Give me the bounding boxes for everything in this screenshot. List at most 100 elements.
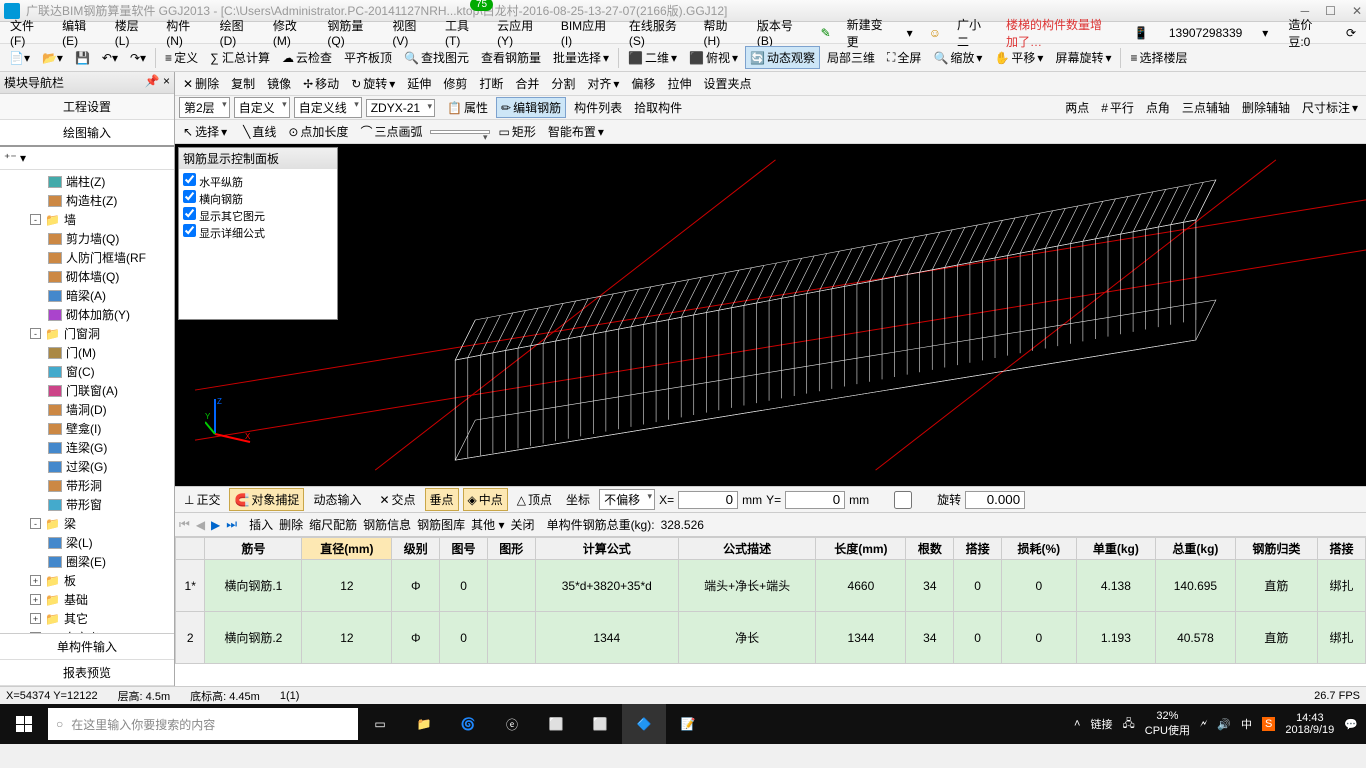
- table-cell[interactable]: 0: [1001, 612, 1076, 664]
- tree-item[interactable]: 暗梁(A): [2, 286, 172, 305]
- ortho-btn[interactable]: ⊥ 正交: [179, 488, 225, 511]
- tree-toolbar[interactable]: ⁺⁻ ▾: [4, 151, 26, 165]
- tab-draw-input[interactable]: 绘图输入: [0, 120, 174, 147]
- stretch-btn[interactable]: 拉伸: [663, 74, 695, 93]
- extend-btn[interactable]: 延伸: [403, 74, 435, 93]
- notification-badge[interactable]: 75: [470, 0, 493, 11]
- rotate-btn[interactable]: ↻ 旋转 ▾: [347, 74, 399, 93]
- define-button[interactable]: ≡ 定义: [160, 46, 203, 69]
- tab-single-input[interactable]: 单构件输入: [0, 634, 174, 660]
- table-cell[interactable]: 4.138: [1076, 560, 1156, 612]
- menu-online[interactable]: 在线服务(S): [623, 15, 694, 50]
- app-4[interactable]: ⬜: [534, 704, 578, 744]
- dynamic-observe[interactable]: 🔄 动态观察: [745, 46, 820, 69]
- table-cell[interactable]: 横向钢筋.1: [205, 560, 302, 612]
- zoom[interactable]: 🔍 缩放 ▾: [928, 46, 987, 69]
- perp-btn[interactable]: 垂点: [425, 488, 459, 511]
- task-view[interactable]: ▭: [358, 704, 402, 744]
- table-cell[interactable]: 4660: [816, 560, 906, 612]
- menu-tools[interactable]: 工具(T): [439, 15, 487, 50]
- tray-ime[interactable]: S: [1262, 717, 1275, 731]
- local-3d[interactable]: 局部三维: [822, 46, 880, 69]
- component-list-btn[interactable]: 构件列表: [570, 98, 626, 117]
- menu-floor[interactable]: 楼层(L): [109, 15, 156, 50]
- pointlen-btn[interactable]: ⊙ 点加长度: [284, 122, 352, 141]
- code-dropdown[interactable]: ZDYX-21: [366, 99, 435, 117]
- table-cell[interactable]: 1*: [176, 560, 205, 612]
- app-edge[interactable]: ⓔ: [490, 704, 534, 744]
- tree-item[interactable]: 过梁(G): [2, 457, 172, 476]
- edit-rebar-btn[interactable]: ✏ 编辑钢筋: [496, 97, 566, 118]
- tab-project-settings[interactable]: 工程设置: [0, 94, 174, 120]
- table-cell[interactable]: 2: [176, 612, 205, 664]
- pick-btn[interactable]: 拾取构件: [630, 98, 686, 117]
- tray-vol[interactable]: 🔊: [1217, 718, 1231, 731]
- table-cell[interactable]: 12: [302, 560, 392, 612]
- rotate-chk[interactable]: [873, 491, 933, 509]
- tab-report[interactable]: 报表预览: [0, 660, 174, 686]
- tree-item[interactable]: 砌体加筋(Y): [2, 305, 172, 324]
- scale-rebar[interactable]: 缩尺配筋: [309, 516, 357, 533]
- menu-view[interactable]: 视图(V): [386, 15, 435, 50]
- chk-other[interactable]: [183, 207, 196, 220]
- menu-modify[interactable]: 修改(M): [267, 15, 318, 50]
- table-cell[interactable]: 端头+净长+端头: [678, 560, 815, 612]
- tree-item[interactable]: 窗(C): [2, 362, 172, 381]
- menu-draw[interactable]: 绘图(D): [214, 15, 263, 50]
- table-cell[interactable]: 35*d+3820+35*d: [535, 560, 678, 612]
- menu-file[interactable]: 文件(F): [4, 15, 52, 50]
- peak-btn[interactable]: △ 顶点: [512, 488, 557, 511]
- table-cell[interactable]: 0: [440, 612, 488, 664]
- fullscreen[interactable]: ⛶ 全屏: [882, 46, 926, 69]
- menu-rebar[interactable]: 钢筋量(Q): [321, 15, 382, 50]
- layer-dropdown[interactable]: 第2层: [179, 97, 230, 118]
- tree-item[interactable]: 构造柱(Z): [2, 191, 172, 210]
- table-cell[interactable]: 横向钢筋.2: [205, 612, 302, 664]
- line-btn[interactable]: ╲ 直线: [239, 122, 280, 141]
- nav-first[interactable]: ⏮: [179, 517, 190, 532]
- tree-item[interactable]: 梁(L): [2, 533, 172, 552]
- table-cell[interactable]: 0: [440, 560, 488, 612]
- cloud-check[interactable]: ☁ 云检查: [277, 46, 337, 69]
- chk-detail[interactable]: [183, 224, 196, 237]
- mirror-btn[interactable]: 镜像: [263, 74, 295, 93]
- screen-rotate[interactable]: 屏幕旋转 ▾: [1050, 46, 1116, 69]
- table-cell[interactable]: 34: [906, 612, 954, 664]
- customline-dropdown[interactable]: 自定义线: [294, 97, 362, 118]
- table-cell[interactable]: 净长: [678, 612, 815, 664]
- 3d-viewport[interactable]: 钢筋显示控制面板 水平纵筋 横向钢筋 显示其它图元 显示详细公式: [175, 144, 1366, 486]
- tray-link[interactable]: 链接: [1090, 716, 1112, 732]
- menu-bim[interactable]: BIM应用(I): [555, 15, 619, 50]
- table-cell[interactable]: 0: [954, 612, 1002, 664]
- tree-item[interactable]: 门(M): [2, 343, 172, 362]
- table-cell[interactable]: Φ: [392, 560, 440, 612]
- two-point[interactable]: 两点: [1061, 98, 1093, 117]
- smart-btn[interactable]: 智能布置 ▾: [544, 122, 608, 141]
- point-angle[interactable]: 点角: [1142, 98, 1174, 117]
- app-ggj[interactable]: 🔷: [622, 704, 666, 744]
- table-cell[interactable]: 0: [954, 560, 1002, 612]
- sum-button[interactable]: ∑ 汇总计算: [205, 46, 275, 69]
- move-btn[interactable]: ✢ 移动: [299, 74, 343, 93]
- open-icon[interactable]: 📂▾: [37, 48, 68, 68]
- tree-item[interactable]: 圈梁(E): [2, 552, 172, 571]
- table-cell[interactable]: 40.578: [1156, 612, 1236, 664]
- component-tree[interactable]: 端柱(Z)构造柱(Z)-📁墙剪力墙(Q)人防门框墙(RF砌体墙(Q)暗梁(A)砌…: [0, 170, 174, 633]
- arc-btn[interactable]: ⌒ 三点画弧: [356, 122, 426, 141]
- menu-help[interactable]: 帮助(H): [698, 15, 747, 50]
- batch-select[interactable]: 批量选择 ▾: [548, 46, 614, 69]
- table-cell[interactable]: [487, 560, 535, 612]
- tree-item[interactable]: 墙洞(D): [2, 400, 172, 419]
- merge-btn[interactable]: 合并: [511, 74, 543, 93]
- trim-btn[interactable]: 修剪: [439, 74, 471, 93]
- three-axis[interactable]: 三点辅轴: [1178, 98, 1234, 117]
- rect-btn[interactable]: ▭ 矩形: [494, 122, 539, 141]
- tree-item[interactable]: 门联窗(A): [2, 381, 172, 400]
- tree-item[interactable]: 剪力墙(Q): [2, 229, 172, 248]
- chk-transverse[interactable]: [183, 190, 196, 203]
- find-element[interactable]: 🔍 查找图元: [399, 46, 474, 69]
- align-btn[interactable]: 对齐 ▾: [583, 74, 623, 93]
- attrs-btn[interactable]: 📋 属性: [443, 98, 492, 117]
- grip-btn[interactable]: 设置夹点: [699, 74, 755, 93]
- cross-btn[interactable]: ✕ 交点: [374, 488, 420, 511]
